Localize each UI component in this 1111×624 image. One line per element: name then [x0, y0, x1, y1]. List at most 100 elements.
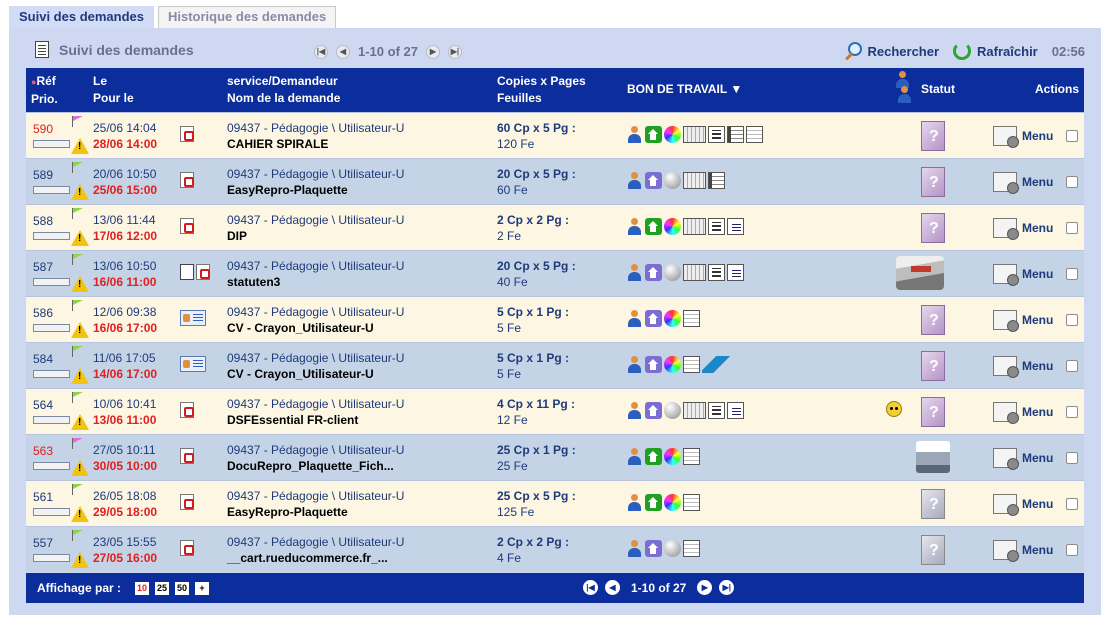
header-dates[interactable]: Le Pour le — [93, 73, 134, 107]
request-name[interactable]: __cart.rueducommerce.fr_... — [227, 550, 404, 566]
service-demandeur[interactable]: 09437 - Pédagogie \ Utilisateur-U — [227, 212, 404, 228]
per-page-10[interactable]: 10 — [135, 581, 150, 595]
row-select-checkbox[interactable] — [1066, 452, 1079, 464]
row-select-checkbox[interactable] — [1066, 222, 1079, 234]
next-page-icon[interactable]: ▶ — [697, 580, 713, 595]
service-demandeur[interactable]: 09437 - Pédagogie \ Utilisateur-U — [227, 120, 404, 136]
table-row[interactable]: 586 12/06 09:38 16/06 17:00 09437 - Pédagog… — [26, 296, 1084, 342]
status-unknown-icon[interactable] — [921, 121, 945, 151]
document-settings-icon[interactable] — [993, 172, 1019, 194]
service-demandeur[interactable]: 09437 - Pédagogie \ Utilisateur-U — [227, 396, 404, 412]
table-row[interactable]: 587 13/06 10:50 16/06 11:00 09437 - Pédagog… — [26, 250, 1084, 296]
row-menu-link[interactable]: Menu — [1022, 405, 1053, 419]
table-row[interactable]: 590 25/06 14:04 28/06 14:00 09437 - Pédagog… — [26, 112, 1084, 158]
row-menu-link[interactable]: Menu — [1022, 175, 1053, 189]
row-menu-link[interactable]: Menu — [1022, 497, 1053, 511]
row-menu-link[interactable]: Menu — [1022, 359, 1053, 373]
request-name[interactable]: CV - Crayon_Utilisateur-U — [227, 366, 404, 382]
request-name[interactable]: EasyRepro-Plaquette — [227, 182, 404, 198]
request-name[interactable]: CV - Crayon_Utilisateur-U — [227, 320, 404, 336]
request-name[interactable]: DocuRepro_Plaquette_Fich... — [227, 458, 404, 474]
work-order-icons[interactable] — [626, 448, 700, 465]
work-order-icons[interactable] — [626, 310, 700, 327]
last-page-icon[interactable]: ▶| — [719, 580, 735, 595]
row-select-checkbox[interactable] — [1066, 406, 1079, 418]
table-row[interactable]: 564 10/06 10:41 13/06 11:00 09437 - Pédagog… — [26, 388, 1084, 434]
file-type[interactable] — [180, 310, 206, 326]
service-demandeur[interactable]: 09437 - Pédagogie \ Utilisateur-U — [227, 166, 404, 182]
document-settings-icon[interactable] — [993, 126, 1019, 148]
file-type[interactable] — [180, 264, 210, 280]
header-statut[interactable]: Statut — [921, 81, 955, 98]
header-service[interactable]: service/Demandeur Nom de la demande — [227, 73, 340, 107]
row-menu-link[interactable]: Menu — [1022, 129, 1053, 143]
work-order-icons[interactable] — [626, 494, 700, 511]
work-order-icons[interactable] — [626, 356, 732, 373]
table-row[interactable]: 589 20/06 10:50 25/06 15:00 09437 - Pédagog… — [26, 158, 1084, 204]
work-order-icons[interactable] — [626, 218, 744, 235]
document-settings-icon[interactable] — [993, 310, 1019, 332]
last-page-icon[interactable]: ▶| — [447, 44, 462, 59]
document-settings-icon[interactable] — [993, 356, 1019, 378]
first-page-icon[interactable]: |◀ — [314, 44, 328, 59]
row-select-checkbox[interactable] — [1066, 360, 1079, 372]
service-demandeur[interactable]: 09437 - Pédagogie \ Utilisateur-U — [227, 442, 404, 458]
work-order-icons[interactable] — [626, 126, 763, 143]
table-row[interactable]: 561 26/05 18:08 29/05 18:00 09437 - Pédagog… — [26, 480, 1084, 526]
service-demandeur[interactable]: 09437 - Pédagogie \ Utilisateur-U — [227, 258, 404, 274]
work-order-icons[interactable] — [626, 402, 744, 419]
file-type[interactable] — [180, 356, 206, 372]
previous-page-icon[interactable]: ◀ — [336, 44, 350, 59]
per-page-50[interactable]: 50 — [175, 581, 190, 595]
per-page-more[interactable]: + — [195, 581, 210, 595]
refresh-button[interactable]: Rafraîchir — [953, 42, 1038, 60]
file-type[interactable] — [180, 126, 194, 142]
status-printing-icon[interactable] — [916, 441, 950, 473]
status-unknown-icon[interactable] — [921, 351, 945, 381]
row-select-checkbox[interactable] — [1066, 176, 1079, 188]
status-unknown-icon[interactable] — [921, 397, 945, 427]
status-unknown-icon[interactable] — [921, 489, 945, 519]
work-order-icons[interactable] — [626, 172, 725, 189]
row-select-checkbox[interactable] — [1066, 130, 1079, 142]
document-settings-icon[interactable] — [993, 540, 1019, 562]
header-bon-de-travail[interactable]: BON DE TRAVAIL ▼ — [627, 81, 742, 98]
per-page-25[interactable]: 25 — [155, 581, 170, 595]
request-name[interactable]: DSFEssential FR-client — [227, 412, 404, 428]
file-type[interactable] — [180, 494, 194, 510]
previous-page-icon[interactable]: ◀ — [605, 580, 620, 595]
row-select-checkbox[interactable] — [1066, 544, 1079, 556]
row-select-checkbox[interactable] — [1066, 498, 1079, 510]
service-demandeur[interactable]: 09437 - Pédagogie \ Utilisateur-U — [227, 488, 404, 504]
status-unknown-icon[interactable] — [921, 535, 945, 565]
row-menu-link[interactable]: Menu — [1022, 451, 1053, 465]
search-button[interactable]: Rechercher — [844, 42, 939, 60]
status-processing-icon[interactable] — [896, 256, 944, 290]
header-copies[interactable]: Copies x Pages Feuilles — [497, 73, 586, 107]
tab-historique-des-demandes[interactable]: Historique des demandes — [158, 6, 337, 28]
table-row[interactable]: 563 27/05 10:11 30/05 10:00 09437 - Pédagog… — [26, 434, 1084, 480]
first-page-icon[interactable]: |◀ — [583, 580, 598, 595]
document-settings-icon[interactable] — [993, 494, 1019, 516]
work-order-icons[interactable] — [626, 540, 700, 557]
request-name[interactable]: CAHIER SPIRALE — [227, 136, 404, 152]
table-row[interactable]: 588 13/06 11:44 17/06 12:00 09437 - Pédagog… — [26, 204, 1084, 250]
table-row[interactable]: 584 11/06 17:05 14/06 17:00 09437 - Pédagog… — [26, 342, 1084, 388]
file-type[interactable] — [180, 402, 194, 418]
next-page-icon[interactable]: ▶ — [425, 44, 440, 59]
request-name[interactable]: EasyRepro-Plaquette — [227, 504, 404, 520]
file-type[interactable] — [180, 218, 194, 234]
row-menu-link[interactable]: Menu — [1022, 221, 1053, 235]
file-type[interactable] — [180, 172, 194, 188]
tab-suivi-des-demandes[interactable]: Suivi des demandes — [9, 6, 154, 28]
work-order-icons[interactable] — [626, 264, 744, 281]
table-row[interactable]: 557 23/05 15:55 27/05 16:00 09437 - Pédagog… — [26, 526, 1084, 572]
row-select-checkbox[interactable] — [1066, 268, 1079, 280]
row-select-checkbox[interactable] — [1066, 314, 1079, 326]
row-menu-link[interactable]: Menu — [1022, 313, 1053, 327]
request-name[interactable]: DIP — [227, 228, 404, 244]
document-settings-icon[interactable] — [993, 218, 1019, 240]
status-unknown-icon[interactable] — [921, 305, 945, 335]
row-menu-link[interactable]: Menu — [1022, 267, 1053, 281]
service-demandeur[interactable]: 09437 - Pédagogie \ Utilisateur-U — [227, 350, 404, 366]
